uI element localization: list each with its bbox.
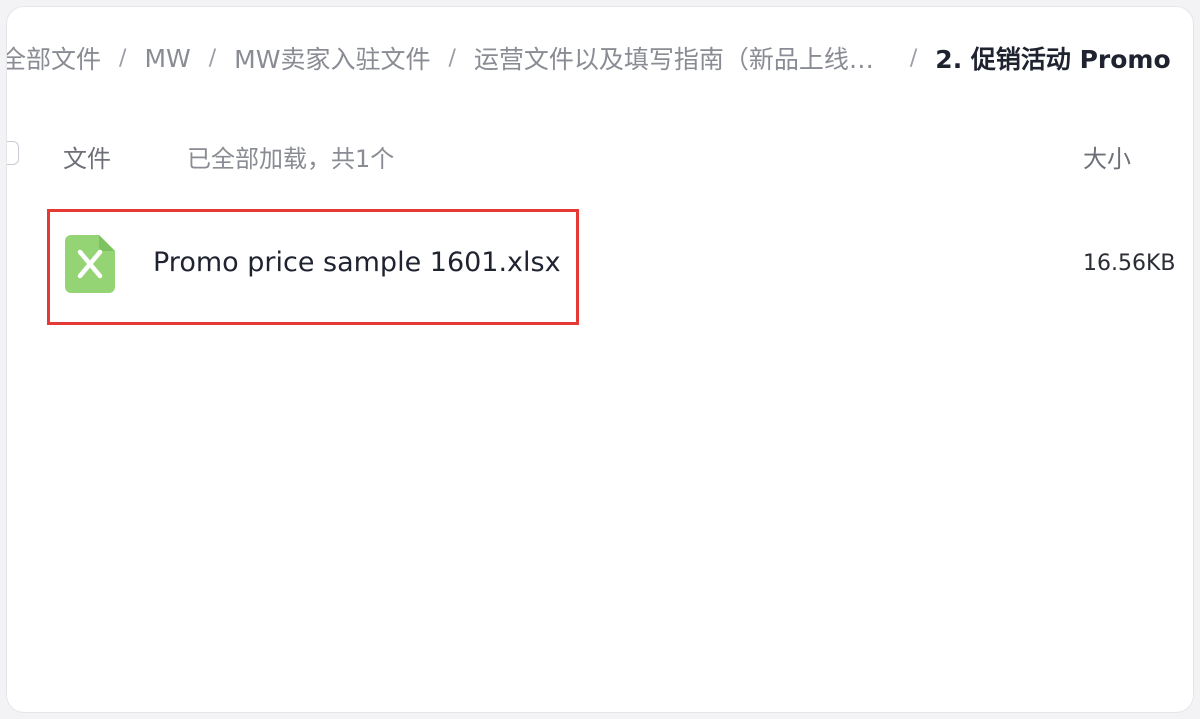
- breadcrumb-item-current-promo: 2. 促销活动 Promo: [935, 45, 1171, 74]
- breadcrumb-item-all-files[interactable]: 全部文件: [7, 40, 101, 76]
- load-status-text: 已全部加载，共1个: [187, 145, 395, 173]
- select-all-checkbox[interactable]: [7, 141, 19, 165]
- breadcrumb-separator: /: [909, 45, 918, 71]
- breadcrumb-item-mw-seller-docs[interactable]: MW卖家入驻文件: [234, 40, 430, 76]
- excel-file-icon: [65, 235, 115, 293]
- file-size: 16.56KB: [1083, 251, 1176, 276]
- breadcrumb-item-operations-guide[interactable]: 运营文件以及填写指南（新品上线、价格、库存）: [474, 40, 892, 76]
- breadcrumb-separator: /: [208, 45, 217, 71]
- file-browser-panel: 全部文件 / MW / MW卖家入驻文件 / 运营文件以及填写指南（新品上线、价…: [6, 6, 1194, 713]
- breadcrumb: 全部文件 / MW / MW卖家入驻文件 / 运营文件以及填写指南（新品上线、价…: [7, 37, 1193, 79]
- table-header-row: 文件 已全部加载，共1个 大小: [7, 127, 1193, 183]
- breadcrumb-separator: /: [119, 45, 127, 71]
- breadcrumb-item-mw[interactable]: MW: [144, 44, 190, 73]
- file-name[interactable]: Promo price sample 1601.xlsx: [153, 247, 561, 278]
- column-header-size[interactable]: 大小: [1083, 139, 1131, 174]
- breadcrumb-separator: /: [448, 45, 456, 71]
- table-row[interactable]: Promo price sample 1601.xlsx 16.56KB: [7, 209, 1193, 325]
- column-header-file[interactable]: 文件: [63, 139, 111, 174]
